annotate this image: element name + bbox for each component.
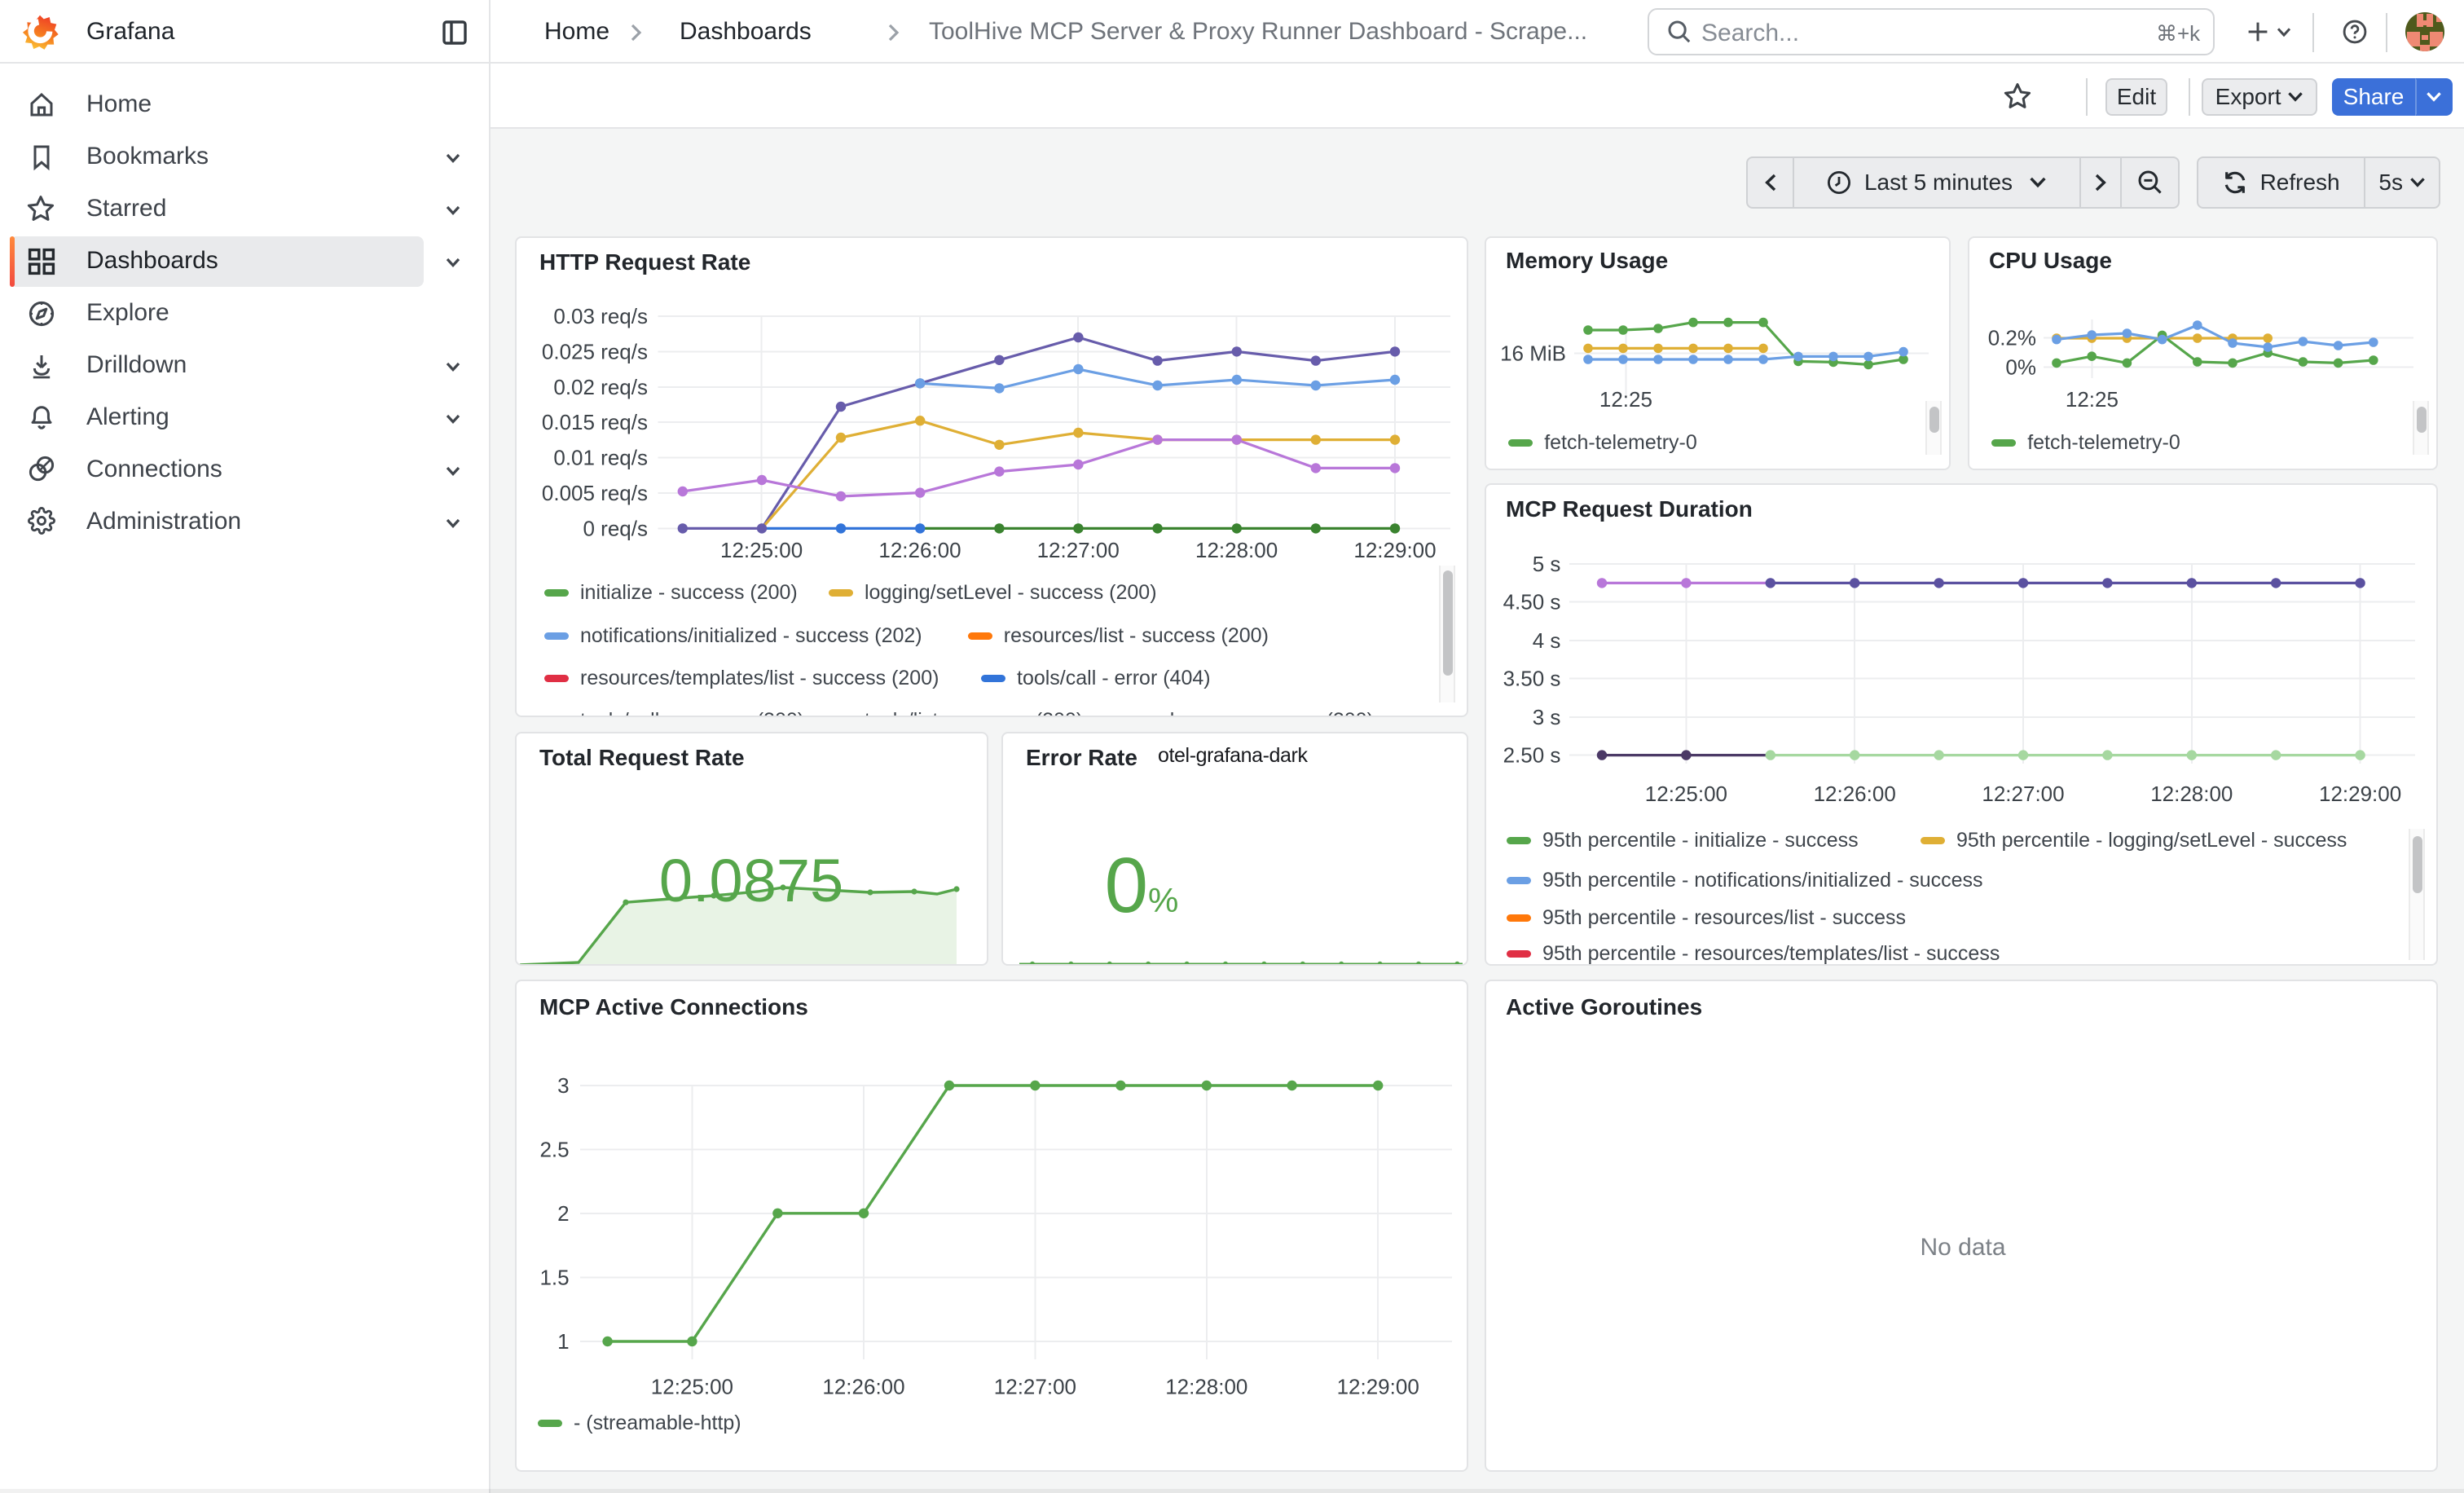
svg-text:12:28:00: 12:28:00 (2150, 782, 2233, 806)
svg-text:4.50 s: 4.50 s (1503, 589, 1561, 614)
svg-text:12:26:00: 12:26:00 (878, 538, 961, 562)
svg-text:3 s: 3 s (1533, 705, 1561, 729)
svg-text:0.2%: 0.2% (1988, 326, 2036, 350)
svg-text:12:27:00: 12:27:00 (994, 1375, 1076, 1399)
svg-text:2: 2 (557, 1201, 569, 1226)
svg-text:12:29:00: 12:29:00 (2319, 782, 2401, 806)
svg-text:12:26:00: 12:26:00 (822, 1375, 904, 1399)
svg-text:12:28:00: 12:28:00 (1195, 538, 1278, 562)
svg-text:2.5: 2.5 (539, 1137, 569, 1161)
svg-text:12:26:00: 12:26:00 (1814, 782, 1896, 806)
svg-text:12:29:00: 12:29:00 (1337, 1375, 1419, 1399)
svg-text:12:28:00: 12:28:00 (1165, 1375, 1247, 1399)
svg-text:0.01 req/s: 0.01 req/s (553, 446, 648, 470)
svg-text:0 req/s: 0 req/s (583, 516, 649, 540)
svg-text:12:27:00: 12:27:00 (1037, 538, 1120, 562)
svg-text:1.5: 1.5 (539, 1265, 569, 1289)
svg-text:12:25:00: 12:25:00 (651, 1375, 733, 1399)
svg-text:12:25:00: 12:25:00 (720, 538, 803, 562)
svg-text:1: 1 (557, 1329, 569, 1354)
svg-text:0%: 0% (2005, 355, 2036, 379)
svg-text:12:25: 12:25 (1599, 387, 1652, 412)
svg-text:12:29:00: 12:29:00 (1353, 538, 1436, 562)
svg-text:2.50 s: 2.50 s (1503, 743, 1561, 768)
svg-text:0.03 req/s: 0.03 req/s (553, 304, 648, 328)
svg-text:16 MiB: 16 MiB (1500, 341, 1566, 365)
svg-text:5 s: 5 s (1533, 552, 1561, 576)
svg-text:12:25:00: 12:25:00 (1645, 782, 1727, 806)
svg-text:0.005 req/s: 0.005 req/s (542, 481, 648, 505)
svg-text:0.025 req/s: 0.025 req/s (542, 339, 648, 363)
svg-text:12:27:00: 12:27:00 (1982, 782, 2064, 806)
svg-text:3.50 s: 3.50 s (1503, 667, 1561, 691)
svg-text:0.02 req/s: 0.02 req/s (553, 375, 648, 399)
svg-text:12:25: 12:25 (2066, 387, 2119, 412)
svg-text:4 s: 4 s (1533, 628, 1561, 653)
svg-text:3: 3 (557, 1073, 569, 1098)
svg-text:0.015 req/s: 0.015 req/s (542, 410, 648, 434)
